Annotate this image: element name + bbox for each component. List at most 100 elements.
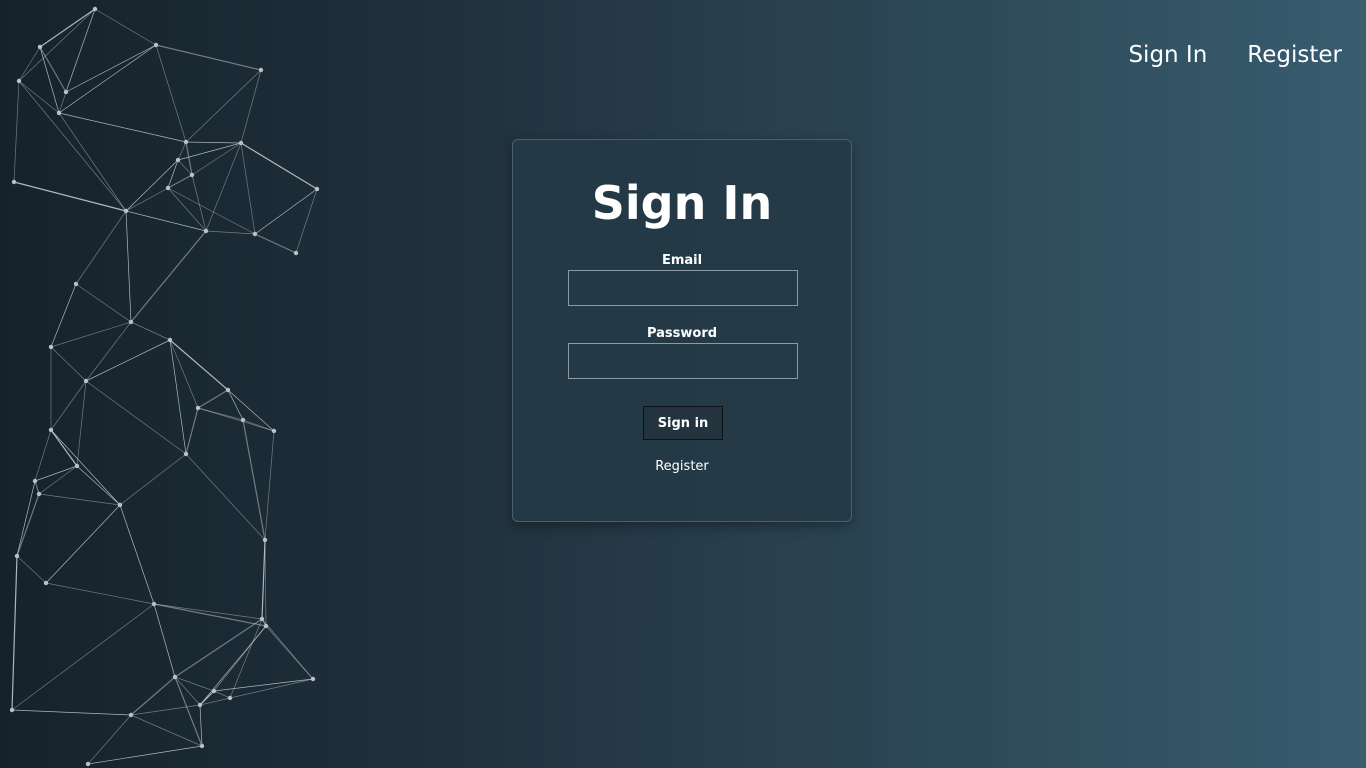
top-nav: Sign In Register [1128, 40, 1342, 70]
network-edge [119, 453, 187, 506]
network-edge [185, 69, 262, 143]
network-node [117, 502, 123, 508]
network-edge [185, 453, 266, 541]
network-edge [213, 690, 231, 699]
network-edge [199, 704, 203, 747]
network-edge [18, 8, 96, 82]
network-node [36, 491, 42, 497]
network-edge [50, 429, 78, 467]
network-edge [169, 339, 187, 455]
network-node [258, 67, 264, 73]
signin-button[interactable]: Sign in [643, 406, 723, 440]
network-node [83, 378, 89, 384]
network-edge [177, 141, 187, 161]
network-edge [50, 429, 121, 506]
network-node [263, 623, 269, 629]
network-edge [45, 504, 121, 584]
page-title: Sign In [591, 176, 773, 230]
network-node [238, 140, 244, 146]
background-network-graphic [9, 6, 320, 767]
network-edge [167, 187, 256, 235]
network-node [92, 6, 98, 12]
network-edge [264, 430, 275, 541]
network-edge [185, 141, 193, 176]
network-node [314, 186, 320, 192]
signin-card: Sign In Email Password Sign in Register [512, 139, 852, 522]
network-node [225, 387, 231, 393]
network-edge [85, 321, 132, 382]
nav-register-link[interactable]: Register [1247, 40, 1342, 70]
network-node [203, 228, 209, 234]
network-node [227, 695, 233, 701]
network-node [183, 139, 189, 145]
network-edge [229, 618, 263, 699]
network-edge [153, 603, 267, 627]
network-node [175, 157, 181, 163]
network-edge [85, 380, 187, 455]
network-edge [94, 8, 157, 46]
network-edge [155, 44, 262, 71]
nav-signin-link[interactable]: Sign In [1128, 40, 1207, 70]
network-node [293, 250, 299, 256]
network-edge [58, 91, 67, 114]
network-edge [16, 555, 47, 584]
network-edge [169, 339, 229, 391]
network-edge [13, 80, 20, 183]
network-edge [240, 142, 318, 190]
network-edge [11, 555, 18, 711]
network-edge [50, 321, 132, 348]
network-node [9, 707, 15, 713]
network-node [211, 688, 217, 694]
network-edge [227, 389, 244, 421]
network-node [195, 405, 201, 411]
network-edge [65, 44, 157, 93]
network-edge [155, 44, 187, 143]
email-field[interactable] [568, 270, 798, 306]
network-node [259, 616, 265, 622]
network-edge [191, 142, 242, 176]
network-edge [197, 407, 275, 432]
network-edge [85, 339, 171, 382]
network-node [128, 319, 134, 325]
network-edge [75, 210, 127, 285]
network-edge [205, 142, 242, 232]
network-edge [261, 539, 266, 620]
network-edge [87, 714, 132, 765]
network-edge [199, 697, 231, 706]
network-edge [130, 321, 171, 341]
network-edge [153, 603, 263, 620]
network-edge [264, 539, 267, 627]
network-edge [205, 230, 256, 235]
register-link[interactable]: Register [513, 459, 851, 474]
network-node [183, 451, 189, 457]
network-edge [58, 44, 157, 114]
network-node [199, 743, 205, 749]
network-node [11, 179, 17, 185]
network-edge [125, 210, 132, 323]
network-edge [185, 407, 199, 455]
network-node [73, 281, 79, 287]
network-edge [254, 188, 318, 235]
network-node [32, 478, 38, 484]
network-edge [240, 142, 256, 235]
network-edge [265, 625, 314, 680]
network-edge [76, 380, 87, 467]
network-node [271, 428, 277, 434]
network-edge [18, 80, 127, 212]
network-edge [45, 582, 155, 605]
password-field[interactable] [568, 343, 798, 379]
network-edge [50, 283, 77, 348]
network-edge [34, 465, 78, 482]
network-node [14, 553, 20, 559]
network-node [172, 674, 178, 680]
network-node [252, 231, 258, 237]
password-label: Password [646, 326, 718, 341]
network-edge [39, 46, 60, 114]
network-edge [11, 709, 132, 716]
network-edge [213, 678, 314, 692]
network-node [63, 89, 69, 95]
network-edge [50, 380, 87, 431]
network-node [56, 110, 62, 116]
network-node [151, 601, 157, 607]
network-edge [18, 80, 60, 114]
